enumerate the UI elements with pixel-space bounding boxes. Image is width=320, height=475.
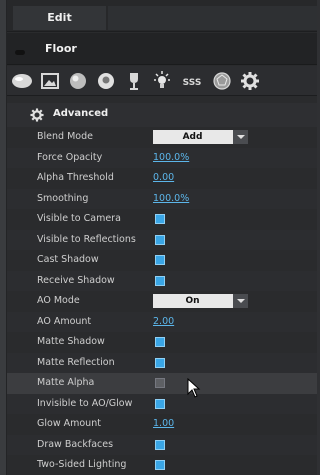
property-label: Matte Reflection [37,356,115,368]
smoothing-value[interactable]: 100.0% [153,193,189,204]
property-row: Force Opacity 100.0% [7,147,317,168]
svg-text:SSS: SSS [183,78,202,88]
object-title-row[interactable]: Floor [7,33,317,65]
property-row: Two-Sided Lighting [7,455,317,475]
property-label: Invisible to AO/Glow [37,397,133,409]
property-row: Matte Reflection [7,352,317,373]
image-icon[interactable] [39,70,61,92]
geodesic-sphere-icon[interactable] [211,70,233,92]
property-label: Force Opacity [37,151,103,163]
editor-panel: Edit Floor SSS Advanced Blend Mode Add F… [0,0,317,475]
alpha-threshold-value[interactable]: 0.00 [153,172,174,183]
property-row: AO Amount 2.00 [7,311,317,332]
force-opacity-value[interactable]: 100.0% [153,152,189,163]
section-title: Advanced [53,108,109,119]
visible-to-reflections-checkbox[interactable] [155,234,165,245]
glow-amount-value[interactable]: 1.00 [153,418,174,429]
panel-edge [0,0,7,475]
receive-shadow-checkbox[interactable] [155,275,165,286]
sphere-light-icon[interactable] [95,70,117,92]
glass-icon[interactable] [123,70,145,92]
sss-icon[interactable]: SSS [179,70,205,92]
property-label: Draw Backfaces [37,438,114,450]
invisible-to-ao-glow-checkbox[interactable] [155,398,165,409]
property-row: Smoothing 100.0% [7,188,317,209]
ao-amount-value[interactable]: 2.00 [153,316,174,327]
visible-to-camera-checkbox[interactable] [155,214,165,224]
property-label: Alpha Threshold [37,172,114,183]
chevron-down-icon[interactable] [233,294,248,308]
gear-icon[interactable] [239,70,261,92]
property-list: Blend Mode Add Force Opacity 100.0% Alph… [7,127,317,475]
sphere-pill-icon[interactable] [11,70,33,92]
property-label: Cast Shadow [37,254,99,265]
property-row: Matte Alpha [7,373,317,394]
light-bulb-icon[interactable] [151,70,173,92]
property-label: Two-Sided Lighting [37,459,127,470]
property-label: Visible to Reflections [37,233,136,245]
property-label: Receive Shadow [37,274,115,286]
sphere-icon[interactable] [67,70,89,92]
property-row: Draw Backfaces [7,434,317,455]
tab-bar: Edit [7,0,317,32]
property-row: Visible to Reflections [7,229,317,250]
draw-backfaces-checkbox[interactable] [155,439,165,450]
property-row: Cast Shadow [7,250,317,271]
property-row: Visible to Camera [7,209,317,230]
blend-mode-dropdown[interactable]: Add [153,130,248,144]
dropdown-value: Add [182,132,203,142]
property-row: Invisible to AO/Glow [7,393,317,414]
object-name: Floor [45,42,77,55]
two-sided-lighting-checkbox[interactable] [155,460,165,470]
property-label: Matte Alpha [37,377,95,388]
matte-shadow-checkbox[interactable] [155,337,165,347]
gear-icon [30,108,44,122]
property-label: Matte Shadow [37,336,105,347]
property-label: Blend Mode [37,131,93,142]
collapse-icon[interactable] [15,50,25,55]
tab-bar-empty-area [108,6,317,30]
ao-mode-dropdown[interactable]: On [153,294,248,308]
material-toolbar: SSS [7,66,317,96]
property-row: AO Mode On [7,291,317,312]
tab-edit[interactable]: Edit [13,6,106,30]
section-advanced[interactable]: Advanced [7,103,317,127]
property-row: Glow Amount 1.00 [7,414,317,435]
property-label: Visible to Camera [37,213,121,224]
property-label: AO Mode [37,295,80,306]
property-row: Receive Shadow [7,270,317,291]
property-label: Glow Amount [37,418,101,429]
property-label: AO Amount [37,315,92,327]
matte-alpha-checkbox[interactable] [155,378,165,388]
cast-shadow-checkbox[interactable] [155,255,165,265]
property-row: Alpha Threshold 0.00 [7,168,317,189]
chevron-down-icon[interactable] [233,130,248,144]
property-row: Matte Shadow [7,332,317,353]
dropdown-value: On [185,296,200,306]
mouse-cursor-icon [187,378,201,398]
matte-reflection-checkbox[interactable] [155,357,165,368]
property-label: Smoothing [37,192,89,204]
property-row: Blend Mode Add [7,127,317,148]
